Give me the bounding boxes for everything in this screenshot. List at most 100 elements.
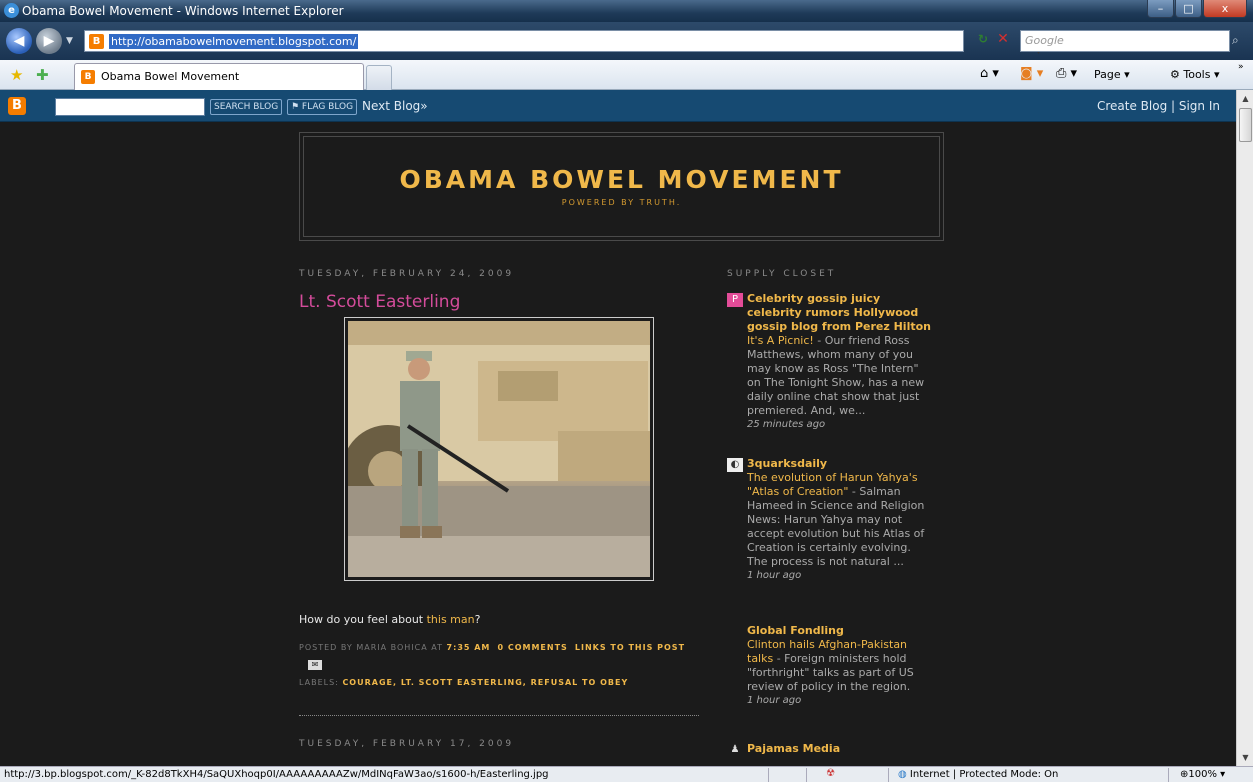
post-divider [299, 715, 699, 716]
pajamas-icon: ♟ [730, 744, 740, 755]
feeds-icon[interactable]: ◙ ▾ [1020, 66, 1043, 81]
print-icon[interactable]: ⎙ ▾ [1056, 66, 1077, 81]
comments-link[interactable]: 0 COMMENTS [497, 643, 567, 652]
zone-label: Internet | Protected Mode: On [909, 769, 1059, 780]
tools-menu[interactable]: ⚙ Tools ▾ [1170, 68, 1219, 81]
page-menu-label: Page ▾ [1094, 68, 1130, 81]
stop-icon[interactable]: ✕ [994, 31, 1012, 49]
globe-icon: ◍ [898, 769, 910, 780]
feed-name[interactable]: Global Fondling [747, 624, 932, 638]
blog-tagline: POWERED BY TRUTH. [561, 198, 682, 207]
soldier-photo-illustration [348, 321, 650, 577]
next-blog-link[interactable]: Next Blog» [362, 99, 428, 113]
refresh-icon[interactable]: ↻ [973, 32, 993, 50]
blog-title[interactable]: OBAMA BOWEL MOVEMENT [304, 165, 939, 194]
search-blog-button[interactable]: SEARCH BLOG [210, 99, 283, 115]
post-body-prefix: How do you feel about [299, 613, 427, 626]
minimize-button[interactable]: – [1147, 0, 1174, 18]
post-time-link[interactable]: 7:35 AM [447, 643, 491, 652]
maximize-button[interactable]: □ [1175, 0, 1202, 18]
create-signin-links[interactable]: Create Blog | Sign In [1097, 99, 1220, 113]
tab-active[interactable]: B Obama Bowel Movement [74, 63, 364, 90]
links-to-post[interactable]: LINKS TO THIS POST [575, 643, 685, 652]
favorites-star-icon[interactable]: ★ [10, 66, 23, 84]
blogger-logo-icon[interactable]: B [8, 97, 26, 115]
blog-header-inner: OBAMA BOWEL MOVEMENT POWERED BY TRUTH. [303, 136, 940, 237]
feed-time: 1 hour ago [747, 570, 802, 581]
post-labels: LABELS: COURAGE, LT. SCOTT EASTERLING, R… [299, 678, 628, 687]
feed-item: ◐ 3quarksdaily The evolution of Harun Ya… [727, 457, 932, 582]
address-toolbar: ◀ ▶ ▼ B http://obamabowelmovement.blogsp… [0, 22, 1253, 60]
add-favorites-icon[interactable]: ✚ [36, 66, 49, 84]
ie-logo-icon: e [4, 3, 19, 18]
quarks-icon: ◐ [727, 458, 743, 472]
search-input[interactable]: Google [1020, 30, 1230, 52]
scroll-thumb[interactable] [1239, 108, 1252, 142]
blogger-favicon-icon: B [89, 34, 104, 49]
blog-header: OBAMA BOWEL MOVEMENT POWERED BY TRUTH. [299, 132, 944, 241]
blogger-navbar: B SEARCH BLOG ⚑ FLAG BLOG Next Blog» Cre… [0, 90, 1236, 122]
feed-time: 1 hour ago [747, 695, 802, 706]
security-zone[interactable]: ◍ Internet | Protected Mode: On [898, 769, 1058, 780]
blog-content: OBAMA BOWEL MOVEMENT POWERED BY TRUTH. T… [0, 122, 1236, 766]
close-button[interactable]: x [1203, 0, 1247, 18]
browser-window: e Obama Bowel Movement - Windows Interne… [0, 0, 1253, 782]
feed-time: 25 minutes ago [747, 419, 826, 430]
blogger-favicon-icon: B [81, 70, 95, 84]
zoom-level: 100% [1188, 769, 1217, 780]
blog-search-input[interactable] [55, 98, 205, 116]
feed-item: P Celebrity gossip juicy celebrity rumor… [727, 292, 932, 431]
perez-icon: P [727, 293, 743, 307]
scroll-up-icon[interactable]: ▲ [1237, 90, 1253, 107]
flag-blog-button[interactable]: ⚑ FLAG BLOG [287, 99, 358, 115]
feed-name[interactable]: Pajamas Media [747, 742, 932, 756]
email-post-icon[interactable]: ✉ [308, 660, 322, 670]
status-divider [1168, 768, 1169, 782]
status-url: http://3.bp.blogspot.com/_K-82d8TkXH4/Sa… [4, 769, 549, 780]
feed-name[interactable]: 3quarksdaily [747, 457, 932, 471]
post-image-link[interactable] [344, 317, 654, 581]
page-menu[interactable]: Page ▾ [1094, 68, 1130, 81]
scroll-down-icon[interactable]: ▼ [1237, 749, 1253, 766]
post-title[interactable]: Lt. Scott Easterling [299, 292, 460, 312]
more-commands-icon[interactable]: » [1238, 62, 1244, 72]
status-bar: http://3.bp.blogspot.com/_K-82d8TkXH4/Sa… [0, 766, 1253, 782]
home-icon[interactable]: ⌂ ▾ [980, 66, 999, 81]
post-date: TUESDAY, FEBRUARY 24, 2009 [299, 269, 515, 279]
post-body-link[interactable]: this man [427, 613, 475, 626]
title-bar: e Obama Bowel Movement - Windows Interne… [0, 0, 1253, 22]
back-button[interactable]: ◀ [6, 28, 32, 54]
new-tab-button[interactable] [366, 65, 392, 90]
forward-button[interactable]: ▶ [36, 28, 62, 54]
feed-item: Global Fondling Clinton hails Afghan-Pak… [727, 624, 932, 707]
feed-entry: The evolution of Harun Yahya's "Atlas of… [747, 471, 932, 569]
post-date: TUESDAY, FEBRUARY 17, 2009 [299, 739, 515, 749]
feed-entry-link[interactable]: It's A Picnic! [747, 334, 814, 347]
post-body: How do you feel about this man? [299, 613, 480, 626]
feed-entry: Clinton hails Afghan-Pakistan talks - Fo… [747, 638, 932, 694]
status-divider [768, 768, 769, 782]
vertical-scrollbar[interactable]: ▲ ▼ [1236, 90, 1253, 766]
label-links[interactable]: COURAGE, LT. SCOTT EASTERLING, REFUSAL T… [342, 678, 628, 687]
zoom-control[interactable]: ⊕100% ▾ [1180, 769, 1225, 780]
posted-by: POSTED BY MARIA BOHICA AT [299, 643, 447, 652]
labels-prefix: LABELS: [299, 678, 343, 687]
address-text[interactable]: http://obamabowelmovement.blogspot.com/ [109, 34, 359, 49]
privacy-icon[interactable]: ☢ [826, 768, 835, 779]
gear-icon: ⚙ [1170, 68, 1184, 81]
window-title: Obama Bowel Movement - Windows Internet … [22, 4, 344, 18]
status-divider [806, 768, 807, 782]
feed-entry: It's A Picnic! - Our friend Ross Matthew… [747, 334, 932, 418]
tab-command-bar: ★ ✚ B Obama Bowel Movement ⌂ ▾ ◙ ▾ ⎙ ▾ P… [0, 60, 1253, 90]
recent-pages-dropdown[interactable]: ▼ [66, 36, 73, 46]
feed-item: ♟ Pajamas Media [727, 742, 932, 756]
sidebar-title: SUPPLY CLOSET [727, 269, 837, 279]
window-controls: – □ x [1146, 0, 1247, 20]
post-footer: POSTED BY MARIA BOHICA AT 7:35 AM 0 COMM… [299, 643, 685, 652]
feed-name[interactable]: Celebrity gossip juicy celebrity rumors … [747, 292, 932, 334]
post-image [348, 321, 650, 577]
status-divider [888, 768, 889, 782]
address-input[interactable]: B http://obamabowelmovement.blogspot.com… [84, 30, 1042, 56]
tools-menu-label: Tools ▾ [1183, 68, 1220, 81]
search-icon[interactable]: ⌕ [1232, 33, 1239, 48]
